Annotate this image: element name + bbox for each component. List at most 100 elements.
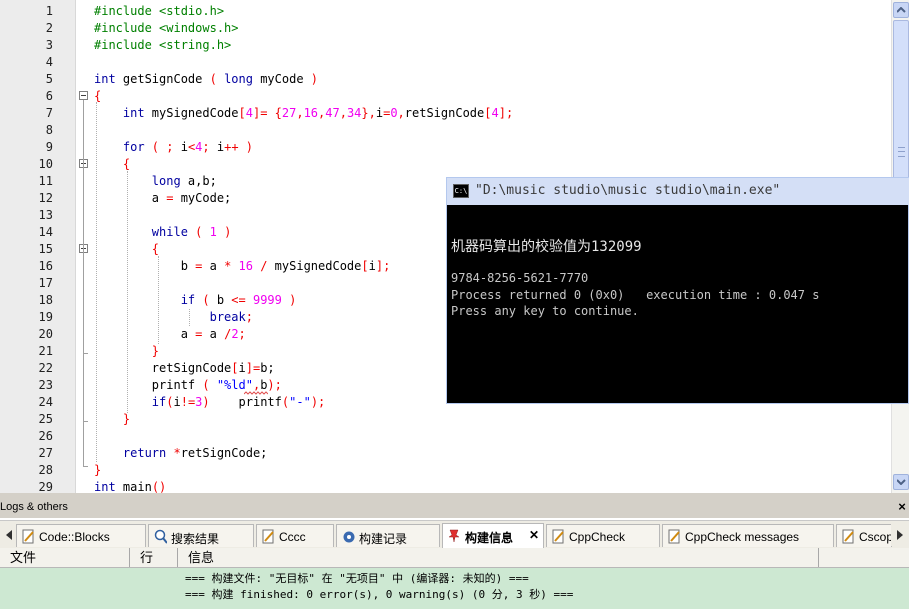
chevron-right-icon (897, 530, 903, 540)
code-line[interactable]: long a,b; (94, 173, 217, 190)
gear-icon (343, 531, 355, 543)
code-line[interactable]: while ( 1 ) (94, 224, 232, 241)
code-line[interactable]: if ( b <= 9999 ) (94, 292, 297, 309)
console-output-line: Process returned 0 (0x0) execution time … (451, 288, 820, 302)
code-line[interactable]: } (94, 462, 101, 479)
document-pencil-icon (552, 529, 564, 544)
code-line[interactable]: if(i!=3) printf("-"); (94, 394, 325, 411)
code-token: a (94, 327, 196, 341)
code-token: , (397, 106, 405, 120)
code-token: [ (361, 259, 369, 273)
code-line[interactable]: int getSignCode ( long myCode ) (94, 71, 318, 88)
code-token: i (375, 106, 384, 120)
list-item[interactable]: === 构建 finished: 0 error(s), 0 warning(s… (185, 586, 573, 602)
tab-codeblocks[interactable]: Code::Blocks (16, 524, 146, 547)
code-line[interactable]: int mySignedCode[4]= {27,16,47,34},i=0,r… (94, 105, 513, 122)
column-header-message[interactable]: 信息 (178, 548, 819, 567)
code-token: ) (202, 395, 239, 409)
close-tab-icon[interactable]: ✕ (529, 528, 539, 542)
code-token: ( ; (144, 140, 181, 154)
code-line[interactable]: a = myCode; (94, 190, 231, 207)
tab-cppcheck-messages[interactable]: CppCheck messages (662, 524, 834, 547)
tab-cscope[interactable]: Cscop (836, 524, 892, 547)
tab-label: CppCheck messages (685, 530, 800, 544)
code-line[interactable]: retSignCode[i]=b; (94, 360, 275, 377)
code-line[interactable]: int main() (94, 479, 166, 493)
code-line[interactable]: for ( ; i<4; i++ ) (94, 139, 253, 156)
line-number: 24 (38, 395, 53, 409)
code-token: ; (245, 310, 253, 324)
code-token: ++ ) (224, 140, 253, 154)
console-title-bar[interactable]: C:\ "D:\music studio\music studio\main.e… (447, 178, 909, 205)
code-token: mySignedCode (267, 259, 362, 273)
console-window[interactable]: C:\ "D:\music studio\music studio\main.e… (446, 177, 909, 404)
code-token: ) (281, 293, 297, 307)
console-title: "D:\music studio\music studio\main.exe" (475, 183, 781, 198)
column-header-line[interactable]: 行 (130, 548, 178, 567)
code-line[interactable]: #include <windows.h> (94, 20, 239, 37)
list-item[interactable]: === 构建文件: "无目标" 在 "无项目" 中 (编译器: 未知的) === (185, 570, 529, 586)
line-number: 27 (38, 446, 53, 460)
fold-end-marker (83, 466, 88, 467)
console-output-line: 机器码算出的校验值为132099 (451, 239, 642, 255)
indent-guide (158, 256, 159, 344)
line-number: 20 (38, 327, 53, 341)
fold-toggle-function[interactable] (79, 91, 88, 100)
tab-build-log[interactable]: 构建记录 (336, 524, 440, 547)
line-number: 8 (45, 123, 53, 137)
code-line[interactable]: #include <string.h> (94, 37, 231, 54)
code-token: 1 (209, 225, 217, 239)
line-number: 3 (45, 38, 53, 52)
tab-cppcheck[interactable]: CppCheck (546, 524, 660, 547)
code-token: 34 (346, 106, 362, 120)
tab-search-results[interactable]: 搜索结果 (148, 524, 254, 547)
code-token: #include <string.h> (94, 38, 232, 52)
code-token: ]= (245, 361, 261, 375)
code-line[interactable]: { (94, 156, 130, 173)
code-line[interactable]: b = a * 16 / mySignedCode[i]; (94, 258, 391, 275)
code-token: "%ld" (216, 378, 253, 392)
scroll-up-button[interactable] (893, 2, 909, 18)
line-number: 16 (38, 259, 53, 273)
code-token: , (339, 106, 347, 120)
indent-guide (96, 102, 97, 462)
code-token: ( (195, 293, 217, 307)
code-token: [ (238, 106, 246, 120)
line-number: 21 (38, 344, 53, 358)
line-number: 26 (38, 429, 53, 443)
indent-guide (127, 171, 128, 413)
code-line[interactable]: a = a /2; (94, 326, 246, 343)
line-number-gutter: 1 2 3 4 5 6 7 8 9 10 11 12 13 14 15 16 17 18 19 20 21 22 23 24 2… (0, 0, 76, 493)
code-token: break (94, 310, 246, 324)
code-token: ); (267, 378, 282, 392)
code-token: for (94, 140, 145, 154)
code-token: int (94, 480, 116, 493)
tab-build-messages[interactable]: 构建信息 ✕ (442, 523, 544, 549)
scroll-down-button[interactable] (893, 474, 909, 490)
code-token: main (115, 480, 152, 493)
code-token: 47 (325, 106, 340, 120)
tab-cccc[interactable]: Cccc (256, 524, 334, 547)
close-panel-button[interactable]: × (895, 500, 909, 514)
code-line[interactable]: } (94, 411, 130, 428)
code-token: if (94, 293, 196, 307)
document-pencil-icon (842, 529, 854, 544)
code-token: return (94, 446, 167, 460)
tab-label: Cccc (279, 530, 306, 544)
line-number: 10 (38, 157, 53, 171)
code-token: mySignedCode (144, 106, 239, 120)
code-token: b; (260, 361, 275, 375)
code-token: 4 (245, 106, 253, 120)
build-messages-list[interactable]: 文件 行 信息 === 构建文件: "无目标" 在 "无项目" 中 (编译器: … (0, 548, 909, 609)
line-number: 1 (45, 4, 53, 18)
tab-scroll-right-button[interactable] (891, 524, 909, 546)
chevron-left-icon[interactable] (4, 529, 14, 541)
column-header-file[interactable]: 文件 (0, 548, 130, 567)
code-line[interactable]: break; (94, 309, 253, 326)
console-icon: C:\ (453, 184, 469, 198)
line-number: 18 (38, 293, 53, 307)
console-output-line: 9784-8256-5621-7770 (451, 271, 589, 285)
code-line[interactable]: #include <stdio.h> (94, 3, 224, 20)
code-line[interactable]: return *retSignCode; (94, 445, 268, 462)
code-token: if (94, 395, 167, 409)
